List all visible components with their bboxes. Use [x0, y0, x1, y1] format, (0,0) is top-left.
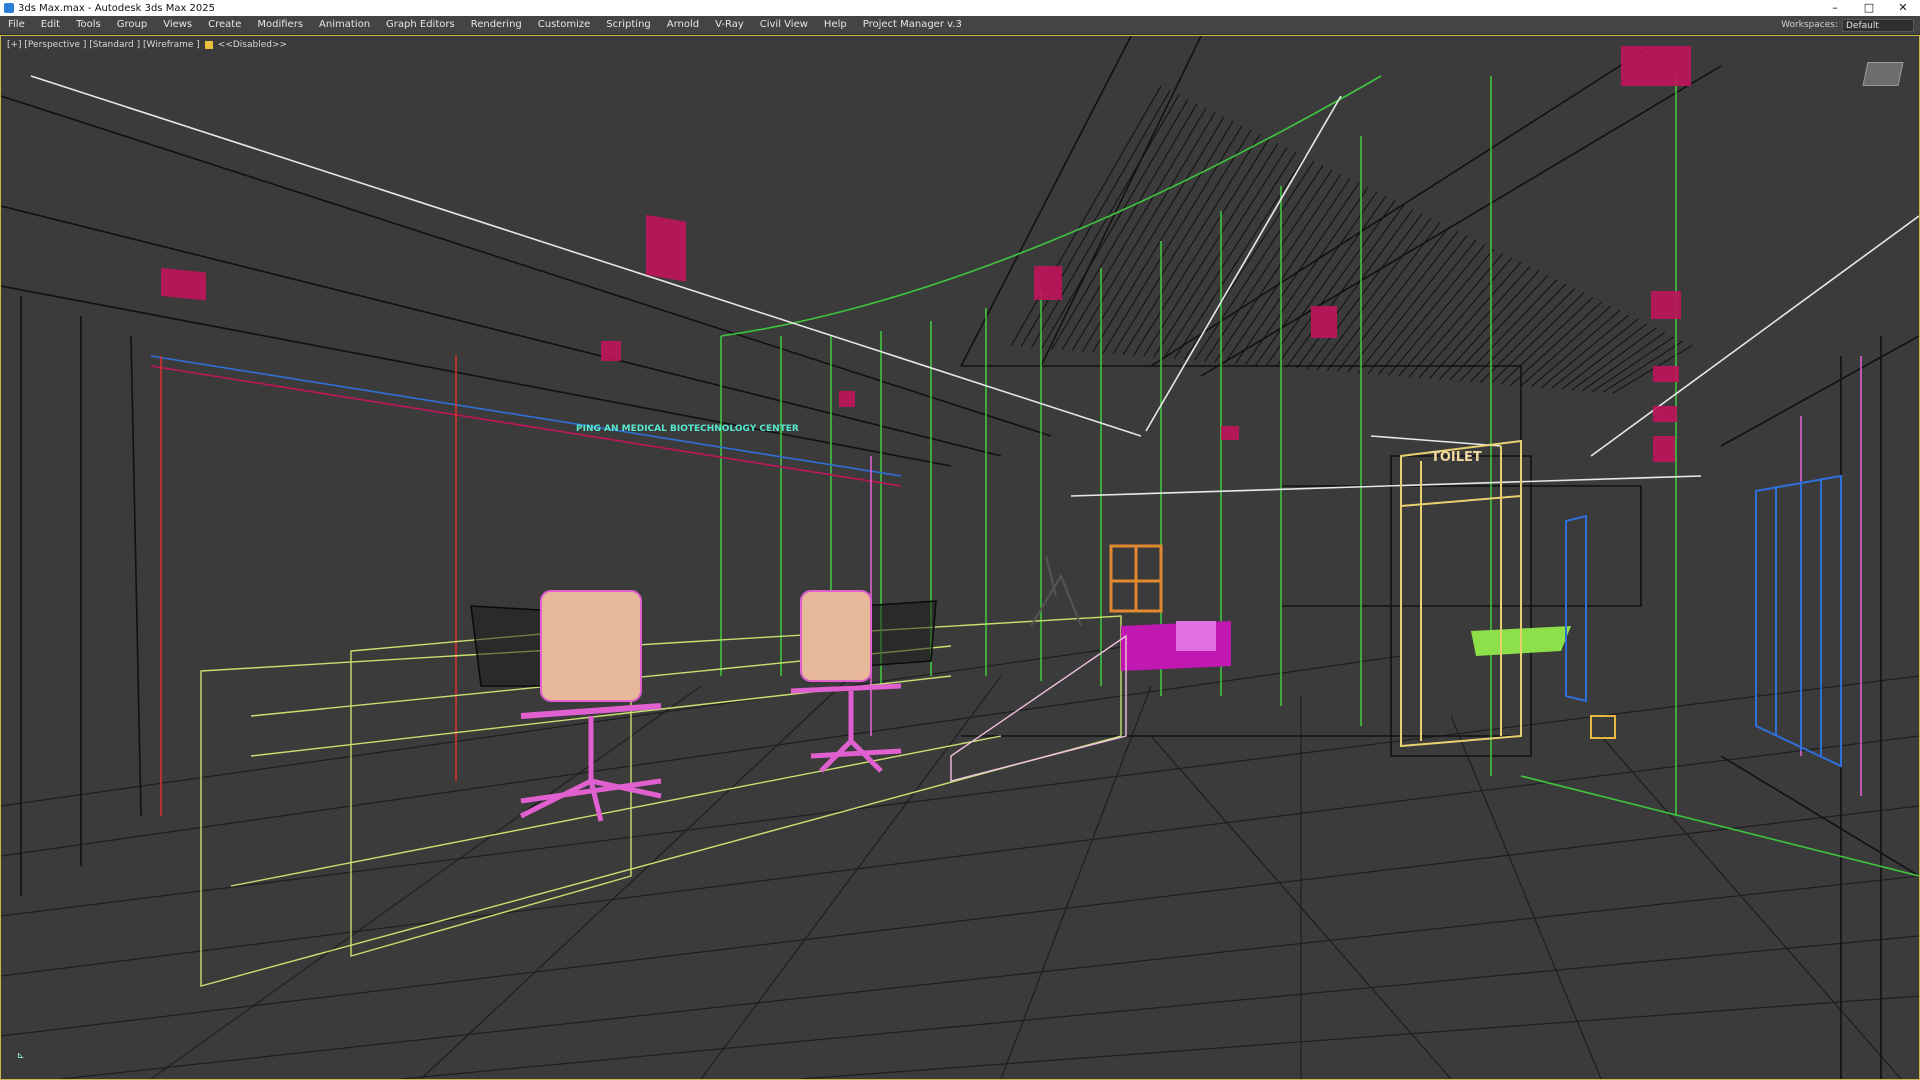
- ceiling-slat: [1316, 217, 1432, 371]
- window-title: 3ds Max.max - Autodesk 3ds Max 2025: [18, 2, 216, 14]
- minimize-button[interactable]: –: [1818, 0, 1852, 16]
- ceiling-slat: [1051, 103, 1198, 350]
- ceiling-slat: [1377, 244, 1486, 376]
- ceiling-slat: [1561, 323, 1648, 390]
- scene-wireframe: [1, 36, 1919, 1079]
- ceiling-slat: [1296, 208, 1414, 369]
- menu-animation[interactable]: Animation: [311, 16, 378, 34]
- ceiling-slat: [1326, 222, 1441, 372]
- ceiling-slat: [1347, 230, 1459, 373]
- lounge-furniture: [950, 544, 1616, 782]
- workspaces-dropdown[interactable]: Default: [1842, 18, 1914, 32]
- menu-customize[interactable]: Customize: [530, 16, 599, 34]
- menu-views[interactable]: Views: [155, 16, 200, 34]
- disabled-label: <<Disabled>>: [217, 40, 288, 50]
- ceiling-slat: [1520, 305, 1612, 387]
- menu-tools[interactable]: Tools: [68, 16, 109, 34]
- colored-edges: [150, 355, 1862, 816]
- ceiling-slat: [1132, 138, 1270, 356]
- ceiling-slat: [1143, 142, 1279, 357]
- axis-tripod-icon: ⊾: [17, 1051, 25, 1061]
- architecture-lines: [1, 36, 1919, 1079]
- blue-glass-panels: [1565, 474, 1842, 768]
- ceiling-slat: [1061, 107, 1207, 351]
- ceiling-slat: [1479, 288, 1576, 384]
- ceiling-slat: [1306, 213, 1423, 370]
- ceiling-slat: [1112, 129, 1252, 355]
- menu-arnold[interactable]: Arnold: [659, 16, 707, 34]
- ceiling-slat: [1071, 112, 1216, 352]
- viewport-label[interactable]: [+] [Perspective ] [Standard ] [Wirefram…: [7, 40, 287, 50]
- menu-scripting[interactable]: Scripting: [598, 16, 658, 34]
- ceiling-slat: [1357, 235, 1468, 374]
- ceiling-slat: [1500, 296, 1594, 385]
- close-button[interactable]: ✕: [1886, 0, 1920, 16]
- ceiling-slat: [1030, 94, 1180, 348]
- ceiling-slat: [1255, 191, 1378, 366]
- menu-project-manager-v-3[interactable]: Project Manager v.3: [855, 16, 970, 34]
- ceiling-slat: [1234, 182, 1360, 364]
- floor-tiles: [1, 635, 1919, 1079]
- menu-modifiers[interactable]: Modifiers: [249, 16, 311, 34]
- ceiling-lights: [161, 46, 1691, 462]
- menu-edit[interactable]: Edit: [33, 16, 68, 34]
- menu-civil-view[interactable]: Civil View: [752, 16, 816, 34]
- ceiling-slat: [1245, 186, 1369, 365]
- ceiling-slat: [1041, 98, 1189, 349]
- ceiling-slat: [1490, 292, 1585, 384]
- ceiling-slat: [1020, 90, 1171, 348]
- ceiling-slat: [1275, 200, 1396, 368]
- workspaces: Workspaces: Default: [1781, 18, 1920, 32]
- menu-help[interactable]: Help: [816, 16, 855, 34]
- menu-group[interactable]: Group: [109, 16, 155, 34]
- toilet-sign: TOILET: [1431, 450, 1482, 465]
- menu-create[interactable]: Create: [200, 16, 249, 34]
- perspective-viewport[interactable]: [+] [Perspective ] [Standard ] [Wirefram…: [0, 35, 1920, 1080]
- ceiling-slat: [1367, 239, 1477, 375]
- company-sign: PING AN MEDICAL BIOTECHNOLOGY CENTER: [576, 424, 799, 434]
- menu-graph-editors[interactable]: Graph Editors: [378, 16, 463, 34]
- reception-desk: [200, 615, 1122, 987]
- ceiling-slat: [1439, 270, 1540, 380]
- menu-bar: File Edit Tools Group Views Create Modifiers An…: [0, 16, 1920, 35]
- menu-file[interactable]: File: [0, 16, 33, 34]
- menu-rendering[interactable]: Rendering: [463, 16, 530, 34]
- selection-swatch: [204, 41, 213, 49]
- title-bar: 3ds Max.max - Autodesk 3ds Max 2025 – □ …: [0, 0, 1920, 16]
- viewcube-icon[interactable]: [1862, 62, 1904, 86]
- selected-lines: [30, 75, 1919, 497]
- menu-v-ray[interactable]: V-Ray: [707, 16, 752, 34]
- app-icon: [4, 3, 14, 13]
- ceiling-slats: [1010, 85, 1693, 394]
- maximize-button[interactable]: □: [1852, 0, 1886, 16]
- workspaces-label: Workspaces:: [1781, 20, 1838, 30]
- ceiling-slat: [1081, 116, 1225, 352]
- ceiling-slat: [1571, 327, 1657, 391]
- ceiling-slat: [1541, 314, 1630, 388]
- ceiling-slat: [1122, 134, 1261, 356]
- viewport-mode-label[interactable]: [+] [Perspective ] [Standard ] [Wirefram…: [7, 40, 200, 50]
- ceiling-slat: [1530, 310, 1621, 388]
